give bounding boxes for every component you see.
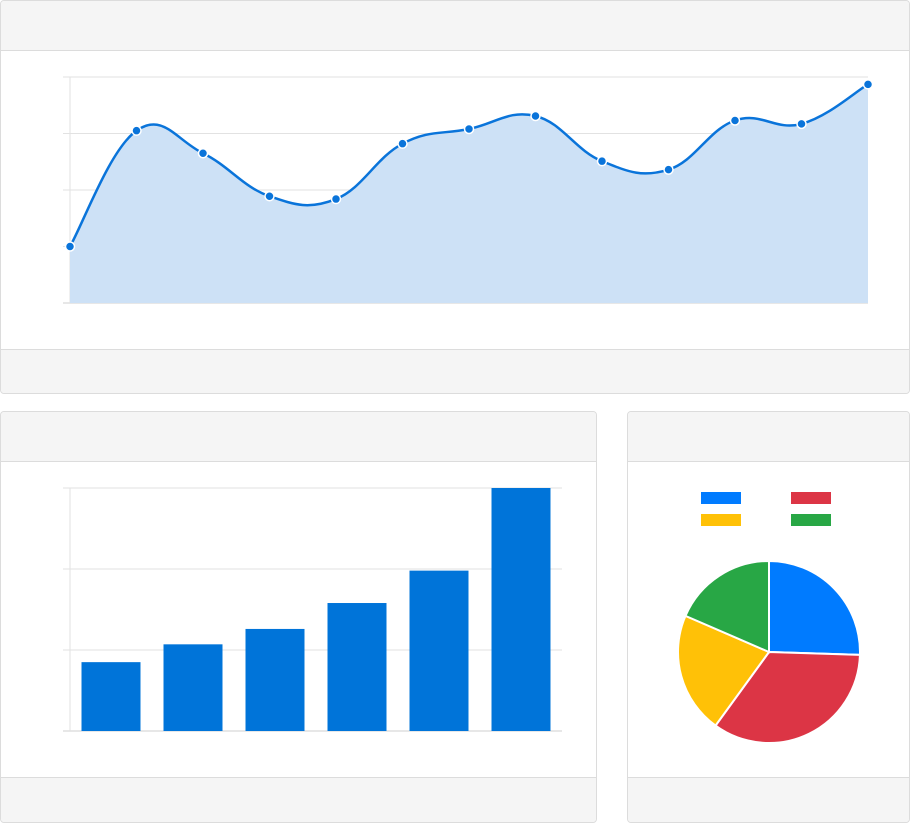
- pie-chart-card-header: [628, 412, 909, 462]
- data-point: [397, 138, 408, 149]
- area-chart-card-header: [1, 1, 909, 51]
- legend-swatch: [791, 492, 831, 504]
- data-point: [862, 79, 874, 90]
- bar: [163, 644, 223, 731]
- data-point: [264, 190, 275, 202]
- data-point: [663, 164, 674, 175]
- data-point: [197, 148, 209, 159]
- bar-chart: [63, 487, 562, 732]
- bar: [491, 488, 551, 731]
- pie-chart-body: [628, 462, 909, 779]
- data-point: [463, 123, 475, 135]
- legend-swatch: [701, 514, 741, 526]
- legend-swatch: [701, 492, 741, 504]
- area-chart-card: [0, 0, 910, 394]
- bar: [81, 662, 141, 731]
- bar: [409, 570, 469, 731]
- data-point: [796, 118, 807, 130]
- area-chart-body: [1, 51, 909, 351]
- legend-swatch: [791, 514, 831, 526]
- data-point: [64, 241, 76, 252]
- data-point: [530, 110, 541, 122]
- bar-chart-card-footer: [1, 777, 596, 822]
- pie-chart-card: [627, 411, 910, 823]
- pie-slice: [768, 559, 861, 656]
- bar: [327, 603, 387, 731]
- bar: [245, 628, 305, 731]
- area-chart-card-footer: [1, 349, 909, 393]
- data-point: [131, 125, 142, 136]
- pie-chart-card-footer: [628, 777, 909, 822]
- area-chart: [63, 76, 874, 304]
- bar-chart-body: [1, 462, 596, 779]
- bar-chart-card-header: [1, 412, 596, 462]
- bar-chart-card: [0, 411, 597, 823]
- pie-chart: [677, 492, 861, 744]
- data-point: [330, 193, 342, 205]
- data-point: [729, 115, 741, 126]
- data-point: [596, 155, 608, 167]
